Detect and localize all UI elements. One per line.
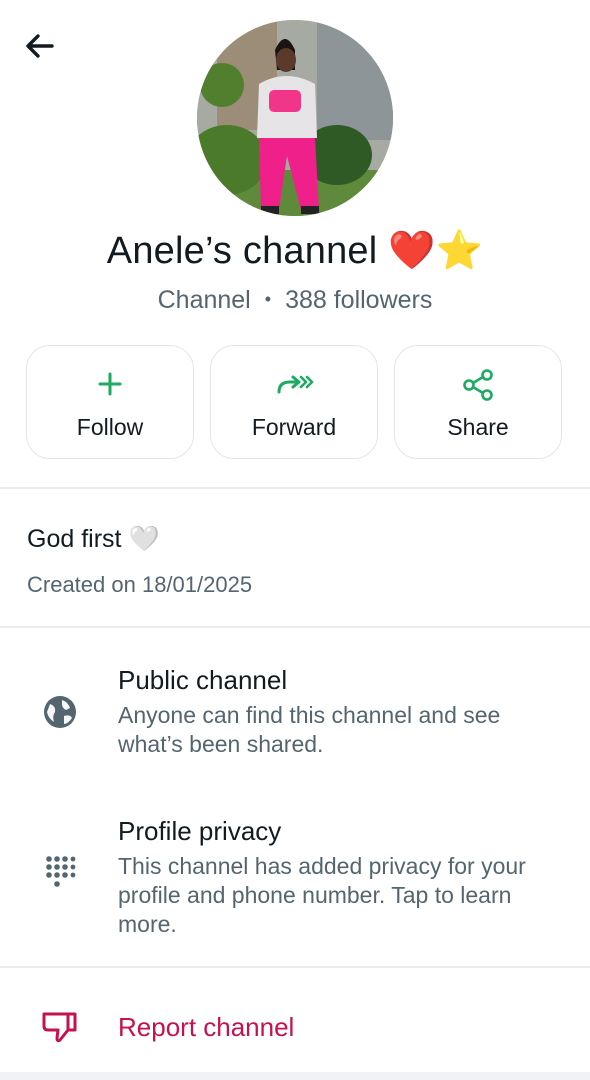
back-button[interactable] (22, 28, 58, 64)
public-channel-text: Anyone can find this channel and see wha… (118, 702, 501, 757)
channel-avatar[interactable] (197, 20, 393, 216)
forward-icon (211, 368, 377, 400)
thumbs-down-icon (40, 1008, 80, 1048)
profile-privacy-row[interactable]: Profile privacy This channel has added p… (0, 800, 590, 950)
description-emoji: 🤍 (128, 524, 160, 553)
arrow-left-icon (26, 34, 54, 58)
bottom-bar (0, 1072, 590, 1080)
divider (0, 487, 590, 489)
share-button[interactable]: Share (394, 345, 562, 459)
plus-icon (27, 368, 193, 400)
forward-label: Forward (251, 414, 337, 440)
report-channel-label: Report channel (118, 1012, 295, 1042)
created-date: Created on 18/01/2025 (27, 572, 253, 597)
separator-dot: • (264, 289, 272, 309)
public-channel-title: Public channel (118, 665, 288, 695)
channel-name: Anele’s channel ❤️⭐ (0, 228, 590, 273)
channel-description: God first 🤍 (27, 524, 160, 554)
follow-label: Follow (76, 414, 144, 440)
share-icon (395, 368, 561, 401)
action-buttons: Follow Forward Share (26, 345, 564, 461)
channel-name-emoji: ❤️⭐ (388, 228, 484, 272)
forward-button[interactable]: Forward (210, 345, 378, 459)
avatar-photo (197, 20, 393, 216)
profile-privacy-title: Profile privacy (118, 816, 282, 846)
description-text: God first (27, 525, 122, 553)
public-channel-row[interactable]: Public channel Anyone can find this chan… (0, 650, 590, 770)
divider (0, 626, 590, 628)
dialpad-icon (44, 854, 84, 894)
divider (0, 966, 590, 968)
profile-privacy-text: This channel has added privacy for your … (118, 853, 526, 937)
share-label: Share (447, 414, 509, 440)
channel-type: Channel (157, 286, 251, 314)
report-channel-button[interactable]: Report channel (0, 984, 590, 1072)
globe-icon (40, 692, 80, 732)
followers-count: 388 followers (285, 286, 433, 314)
follow-button[interactable]: Follow (26, 345, 194, 459)
channel-subtitle: Channel • 388 followers (0, 286, 590, 315)
channel-name-text: Anele’s channel (106, 230, 378, 272)
